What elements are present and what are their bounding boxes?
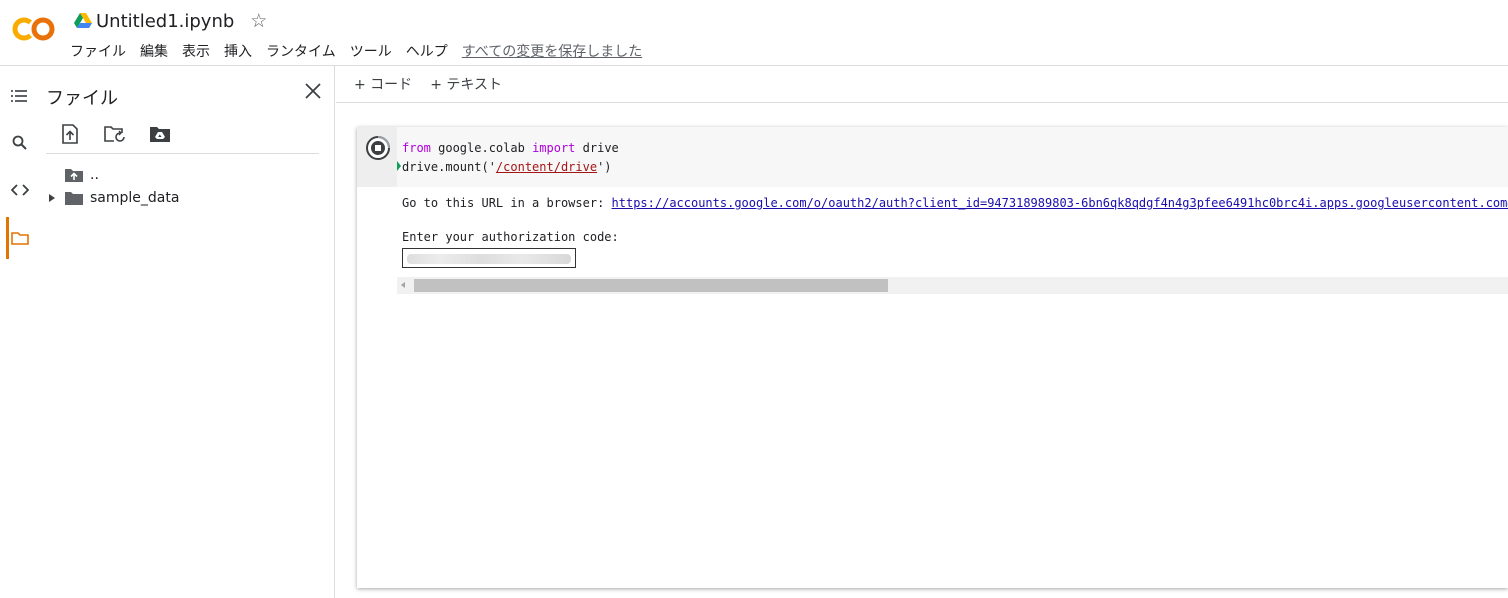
cell-gutter [357, 127, 397, 187]
header: Untitled1.ipynb ☆ ファイル 編集 表示 挿入 ランタイム ツー… [0, 0, 1508, 66]
code-cell[interactable]: from google.colab import drive drive.mou… [357, 127, 1508, 588]
menu-runtime[interactable]: ランタイム [266, 41, 336, 61]
keyword-import: import [532, 141, 576, 155]
files-panel: ファイル .. sample_data [38, 66, 335, 598]
code-string: /content/drive [495, 160, 598, 174]
title-row: Untitled1.ipynb ☆ [74, 8, 267, 34]
import-name: drive [575, 141, 619, 155]
tree-item-parent[interactable]: .. [46, 164, 99, 186]
menu-view[interactable]: 表示 [182, 41, 210, 61]
left-rail [0, 66, 38, 598]
redacted-auth-code [407, 254, 571, 264]
search-button[interactable] [8, 131, 32, 155]
output-blank [402, 212, 1508, 229]
add-code-button[interactable]: + コード [354, 74, 412, 94]
folder-up-icon [65, 169, 83, 182]
close-icon [305, 83, 321, 99]
mount-drive-button[interactable] [148, 122, 172, 146]
output-url-line: Go to this URL in a browser: https://acc… [402, 195, 1508, 212]
upload-icon [62, 124, 78, 144]
menu-file[interactable]: ファイル [70, 41, 126, 61]
list-icon [11, 90, 27, 102]
save-status-link[interactable]: すべての変更を保存しました [462, 41, 642, 61]
expand-arrow-icon[interactable] [46, 194, 58, 202]
code-call-end: ') [597, 160, 612, 174]
refresh-button[interactable] [103, 122, 127, 146]
auth-code-input[interactable] [402, 248, 576, 268]
module-name: google.colab [430, 141, 533, 155]
notebook-toolbar: + コード + テキスト [336, 66, 1508, 103]
files-toolbar [58, 122, 193, 146]
scroll-left-arrow-icon[interactable] [401, 282, 405, 288]
code-editor[interactable]: from google.colab import drive drive.mou… [397, 127, 1508, 187]
menu-edit[interactable]: 編集 [140, 41, 168, 61]
colab-logo[interactable] [12, 14, 56, 44]
keyword-from: from [402, 141, 431, 155]
folder-icon [11, 232, 29, 245]
stop-execution-icon[interactable] [365, 135, 391, 161]
notebook-title[interactable]: Untitled1.ipynb [96, 11, 234, 32]
files-panel-title: ファイル [46, 88, 118, 109]
output-prompt: Go to this URL in a browser: [402, 196, 612, 210]
refresh-icon [104, 126, 125, 142]
google-drive-icon [74, 13, 92, 28]
tree-item-label: .. [90, 167, 99, 183]
mount-drive-icon [150, 127, 170, 142]
auth-url-link[interactable]: https://accounts.google.com/o/oauth2/aut… [612, 196, 1508, 210]
execution-marker [397, 161, 401, 171]
search-icon [12, 135, 27, 150]
code-snippets-button[interactable] [8, 178, 32, 202]
close-panel-button[interactable] [302, 80, 324, 102]
menu-help[interactable]: ヘルプ [406, 41, 448, 61]
code-call: drive.mount(' [402, 160, 496, 174]
scrollbar-thumb[interactable] [414, 279, 888, 292]
upload-button[interactable] [58, 122, 82, 146]
menu-bar: ファイル 編集 表示 挿入 ランタイム ツール ヘルプ すべての変更を保存しまし… [70, 40, 642, 62]
code-line-2: drive.mount('/content/drive') [402, 158, 1508, 177]
star-icon[interactable]: ☆ [250, 11, 267, 31]
tree-item-sample-data[interactable]: sample_data [46, 187, 179, 209]
files-button[interactable] [8, 226, 32, 250]
auth-code-label: Enter your authorization code: [402, 230, 619, 244]
code-line-1: from google.colab import drive [402, 139, 1508, 158]
menu-tools[interactable]: ツール [350, 41, 392, 61]
menu-insert[interactable]: 挿入 [224, 41, 252, 61]
cell-output: Go to this URL in a browser: https://acc… [402, 195, 1508, 275]
folder-icon [65, 192, 83, 205]
files-divider [46, 153, 319, 154]
tree-item-label: sample_data [90, 190, 180, 206]
add-text-button[interactable]: + テキスト [430, 74, 502, 94]
toc-button[interactable] [8, 84, 32, 108]
code-icon [11, 184, 29, 196]
output-horizontal-scrollbar[interactable] [397, 277, 1508, 294]
